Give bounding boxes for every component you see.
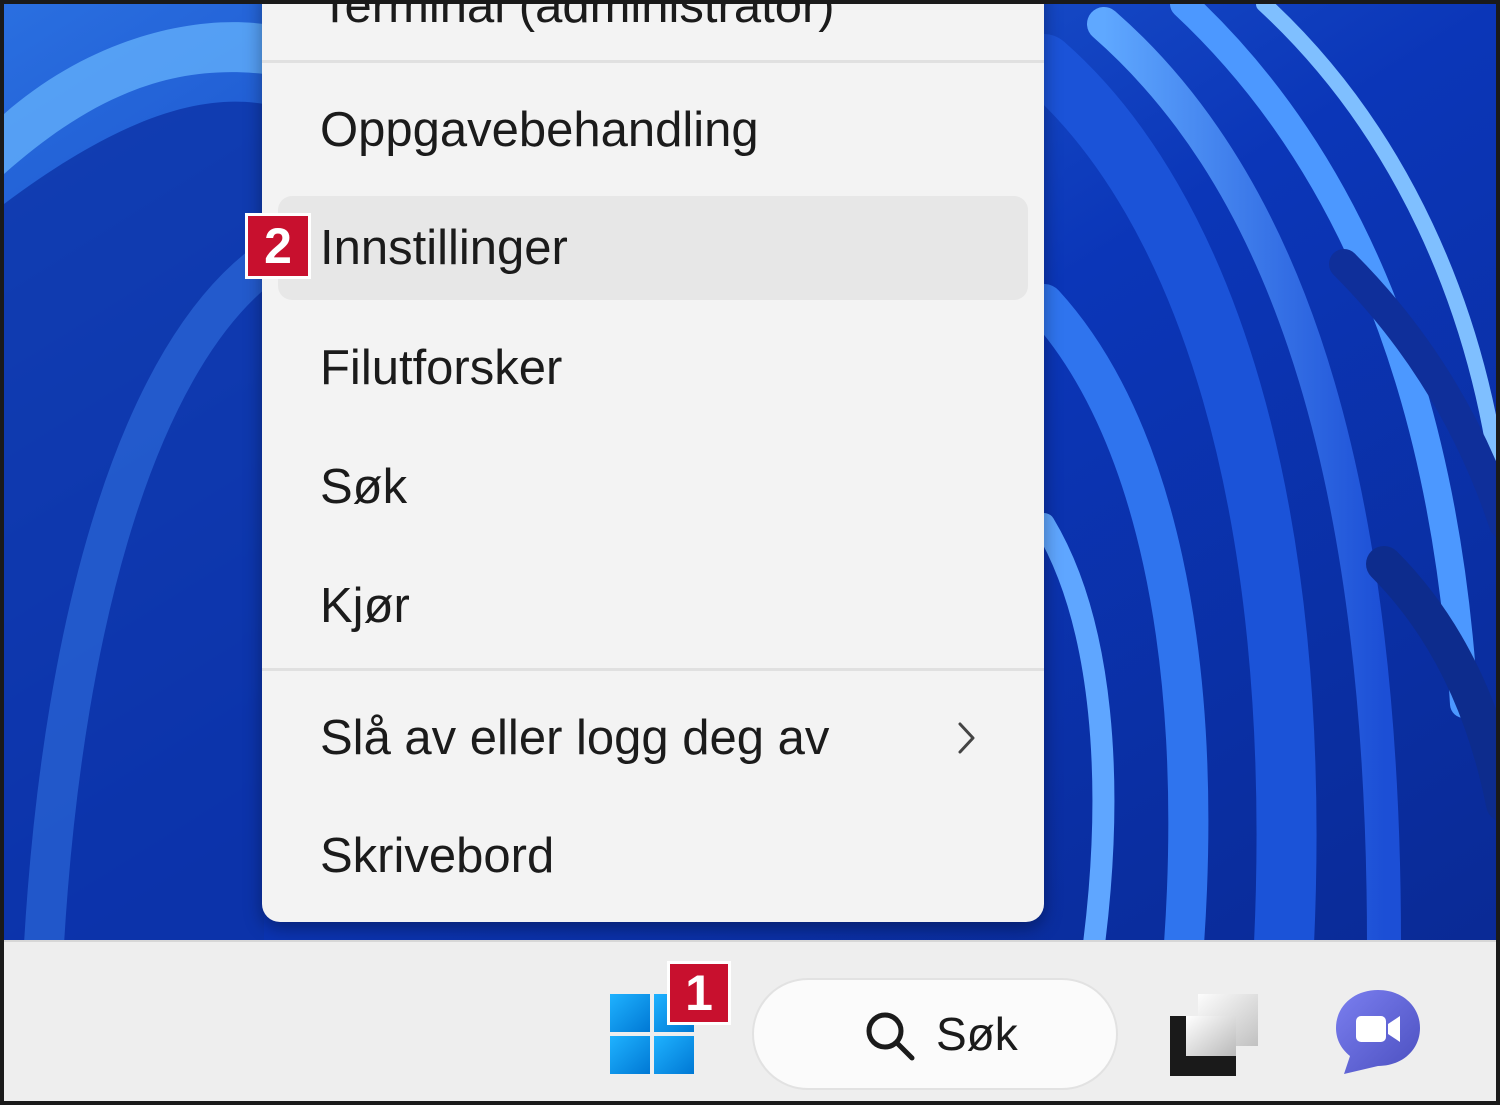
- menu-separator: [262, 60, 1044, 63]
- menu-item-label: Søk: [320, 460, 408, 514]
- step-badge-2: 2: [245, 213, 311, 279]
- search-icon: [866, 1012, 915, 1061]
- menu-item-label: Filutforsker: [320, 341, 563, 395]
- menu-item-desktop[interactable]: Skrivebord: [278, 804, 1028, 908]
- chevron-right-icon: [956, 686, 978, 790]
- step-badge-1: 1: [667, 961, 731, 1025]
- start-context-menu: Terminal (administrator) Oppgavebehandli…: [262, 0, 1044, 922]
- menu-item-terminal-admin[interactable]: Terminal (administrator): [278, 0, 1028, 58]
- menu-item-run[interactable]: Kjør: [278, 554, 1028, 658]
- taskbar: Søk: [4, 940, 1496, 1101]
- menu-item-task-manager[interactable]: Oppgavebehandling: [278, 78, 1028, 182]
- menu-item-label: Skrivebord: [320, 829, 555, 883]
- taskbar-search-box[interactable]: Søk: [752, 978, 1118, 1090]
- menu-item-settings[interactable]: Innstillinger: [278, 196, 1028, 300]
- menu-item-label: Slå av eller logg deg av: [320, 711, 830, 765]
- menu-item-label: Kjør: [320, 579, 410, 633]
- task-view-icon: [1170, 994, 1258, 1076]
- menu-item-label: Oppgavebehandling: [320, 103, 759, 157]
- menu-item-shutdown[interactable]: Slå av eller logg deg av: [278, 686, 1028, 790]
- teams-chat-button[interactable]: [1330, 984, 1426, 1080]
- menu-item-search[interactable]: Søk: [278, 435, 1028, 539]
- teams-chat-icon: [1336, 990, 1420, 1074]
- task-view-button[interactable]: [1164, 986, 1264, 1078]
- menu-item-label: Innstillinger: [320, 221, 568, 275]
- menu-item-label: Terminal (administrator): [320, 0, 835, 33]
- menu-item-file-explorer[interactable]: Filutforsker: [278, 316, 1028, 420]
- menu-separator: [262, 668, 1044, 671]
- screenshot-frame: Terminal (administrator) Oppgavebehandli…: [0, 0, 1500, 1105]
- search-placeholder: Søk: [936, 1008, 1018, 1060]
